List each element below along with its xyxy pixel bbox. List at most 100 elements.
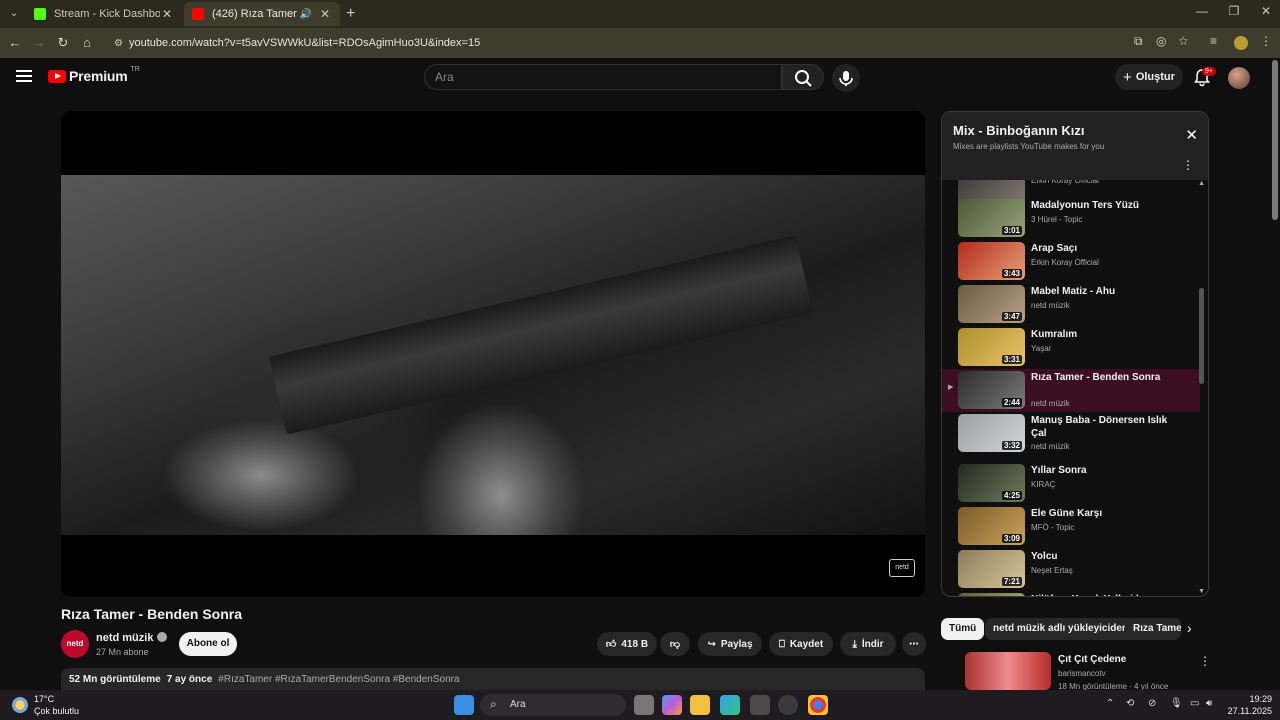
file-explorer-icon[interactable] [690, 695, 710, 715]
chip-channel[interactable]: netd müzik adlı yükleyiciden [985, 618, 1137, 640]
duration-badge: 2:44 [1001, 398, 1022, 407]
eye-off-icon[interactable]: ◎ [1156, 34, 1166, 48]
chip-artist[interactable]: Rıza Tamer [1125, 618, 1181, 640]
microphone-tray-icon[interactable]: 🎙︎ [1170, 698, 1183, 709]
scroll-up-icon[interactable]: ▲ [1198, 180, 1205, 187]
windows-start-icon[interactable] [454, 695, 474, 715]
back-icon[interactable]: ← [6, 34, 24, 52]
playlist-item-channel: netd müzik [1031, 399, 1070, 408]
video-thumbnail[interactable]: 3:31 [958, 328, 1025, 366]
page-scrollbar[interactable] [1272, 60, 1278, 220]
video-thumbnail[interactable]: 3:01 [958, 199, 1025, 237]
create-button[interactable]: + Oluştur [1115, 64, 1183, 90]
network-off-icon[interactable]: ⊘ [1148, 698, 1156, 709]
reading-list-icon[interactable]: ≡ [1210, 34, 1217, 48]
temperature: 17°C [34, 694, 55, 704]
video-thumbnail[interactable]: 7:21 [958, 550, 1025, 588]
playlist-item[interactable]: 3:43 Arap Saçı Erkin Koray Official [942, 240, 1200, 283]
task-view-icon[interactable] [634, 695, 654, 715]
chip-all[interactable]: Tümü [941, 618, 985, 640]
video-thumbnail[interactable]: 3:47 [958, 285, 1025, 323]
tab-search-icon[interactable]: ⌄ [6, 6, 22, 22]
store-icon[interactable] [750, 695, 770, 715]
close-window-icon[interactable]: ✕ [1256, 4, 1276, 18]
copilot-icon[interactable] [662, 695, 682, 715]
search-input[interactable]: Ara [424, 64, 782, 90]
voice-search-button[interactable] [832, 64, 860, 92]
user-avatar[interactable] [1228, 67, 1250, 89]
taskbar-search[interactable]: Ara [480, 693, 626, 716]
video-thumbnail[interactable]: 4:25 [958, 464, 1025, 502]
search-button[interactable] [782, 64, 824, 90]
youtube-logo[interactable]: Premium TR [48, 66, 140, 84]
minimize-icon[interactable]: — [1192, 4, 1212, 18]
scroll-down-icon[interactable]: ▼ [1198, 588, 1205, 595]
hashtags[interactable]: #RızaTamer #RızaTamerBendenSonra #Benden… [218, 674, 459, 685]
playlist-title[interactable]: Mix - Binboğanın Kızı [953, 123, 1084, 138]
playlist-item[interactable]: 3:32 Manuş Baba - Dönersen Islık Çal netd … [942, 412, 1200, 455]
tab-youtube-video[interactable]: (426) Rıza Tamer - Benden Sonra 🔊 ✕ [184, 2, 340, 26]
speaker-icon[interactable]: 🔊 [300, 9, 312, 20]
video-thumbnail[interactable]: 2:44 [958, 371, 1025, 409]
more-vertical-icon[interactable]: ⋮ [1199, 654, 1211, 668]
new-tab-icon[interactable]: + [346, 5, 355, 23]
share-button[interactable]: ↪ Paylaş [698, 632, 762, 656]
channel-avatar[interactable]: netd [61, 630, 89, 658]
address-bar[interactable]: ⚙ youtube.com/watch?v=t5avVSWWkU&list=RD… [106, 31, 1196, 55]
reload-icon[interactable]: ↻ [54, 34, 72, 52]
subscribe-button[interactable]: Abone ol [179, 632, 237, 656]
playlist-item[interactable]: 3:01 Madalyonun Ters Yüzü 3 Hürel - Topic [942, 197, 1200, 240]
playlist-scrollbar[interactable] [1199, 288, 1204, 384]
sync-icon[interactable]: ⟲ [1126, 698, 1134, 709]
channel-watermark[interactable]: netd [889, 559, 915, 577]
tab-title: Stream - Kick Dashboard [54, 8, 160, 20]
channel-name[interactable]: netd müzik [96, 632, 168, 644]
chevron-right-icon[interactable]: › [1187, 620, 1192, 636]
video-thumbnail[interactable] [958, 593, 1025, 596]
video-player[interactable]: netd [61, 111, 925, 597]
close-tab-icon[interactable]: ✕ [160, 7, 174, 21]
playlist-header: Mix - Binboğanın Kızı Mixes are playlist… [942, 112, 1208, 180]
site-info-icon[interactable]: ⚙ [114, 38, 123, 49]
restore-icon[interactable]: ❐ [1224, 4, 1244, 18]
video-thumbnail[interactable]: 3:32 [958, 414, 1025, 452]
save-button[interactable]: ⎕ Kaydet [769, 632, 833, 656]
clock[interactable]: 19:29 27.11.2025 [1222, 693, 1272, 717]
steam-icon[interactable] [778, 695, 798, 715]
video-thumbnail[interactable]: 3:09 [958, 507, 1025, 545]
bookmark-star-icon[interactable]: ☆ [1178, 34, 1189, 48]
description-box[interactable]: 52 Mn görüntüleme 7 ay önce #RızaTamer #Rı… [61, 668, 925, 690]
browser-menu-icon[interactable]: ⋮ [1260, 34, 1272, 48]
playlist-item-channel: netd müzik [1031, 442, 1070, 451]
playlist-item[interactable]: 3:47 Mabel Matiz - Ahu netd müzik [942, 283, 1200, 326]
tab-kick-dashboard[interactable]: Stream - Kick Dashboard ✕ [26, 2, 182, 26]
volume-icon[interactable]: 🔊︎ [1206, 698, 1212, 709]
menu-icon[interactable] [16, 70, 32, 82]
playlist-item[interactable]: 7:21 Yolcu Neşet Ertaş [942, 548, 1200, 591]
close-tab-icon[interactable]: ✕ [318, 7, 332, 21]
close-icon[interactable]: ✕ [1185, 126, 1198, 144]
playlist-item[interactable]: 4:25 Yıllar Sonra KIRAÇ [942, 462, 1200, 505]
video-frame [61, 175, 925, 535]
dislike-button[interactable]: 👎︎ [660, 632, 690, 656]
home-icon[interactable]: ⌂ [78, 34, 96, 52]
weather-widget[interactable]: 17°C Çok bulutlu [12, 693, 102, 717]
playlist-item[interactable]: 3:31 Kumralım Yaşar [942, 326, 1200, 369]
like-button[interactable]: 👍︎ 418 B [597, 632, 657, 656]
more-actions-button[interactable]: ⋯ [902, 632, 926, 656]
download-button[interactable]: ⤓ İndir [840, 632, 896, 656]
video-thumbnail[interactable]: 3:43 [958, 242, 1025, 280]
playlist-item[interactable]: ▶ 2:44 Rıza Tamer - Benden Sonra netd müzik [942, 369, 1200, 412]
video-thumbnail[interactable] [965, 652, 1051, 690]
tray-expand-icon[interactable]: ⌃ [1106, 698, 1114, 709]
edge-icon[interactable] [720, 695, 740, 715]
playlist-item[interactable]: Nilüfer - Kavak Yelleri | [942, 591, 1200, 596]
recommended-video[interactable]: Çıt Çıt Çedene barismancotv 18 Mn görünt… [941, 652, 1211, 691]
playlist-item[interactable]: 3:09 Ele Güne Karşı MFÖ - Topic [942, 505, 1200, 548]
cast-icon[interactable]: ⧉ [1134, 34, 1143, 49]
more-vertical-icon[interactable]: ⋮ [1182, 158, 1194, 172]
forward-icon[interactable]: → [30, 34, 48, 52]
chrome-icon[interactable] [808, 695, 828, 715]
profile-icon[interactable] [1234, 36, 1248, 50]
display-icon[interactable]: ▭ [1190, 698, 1199, 709]
